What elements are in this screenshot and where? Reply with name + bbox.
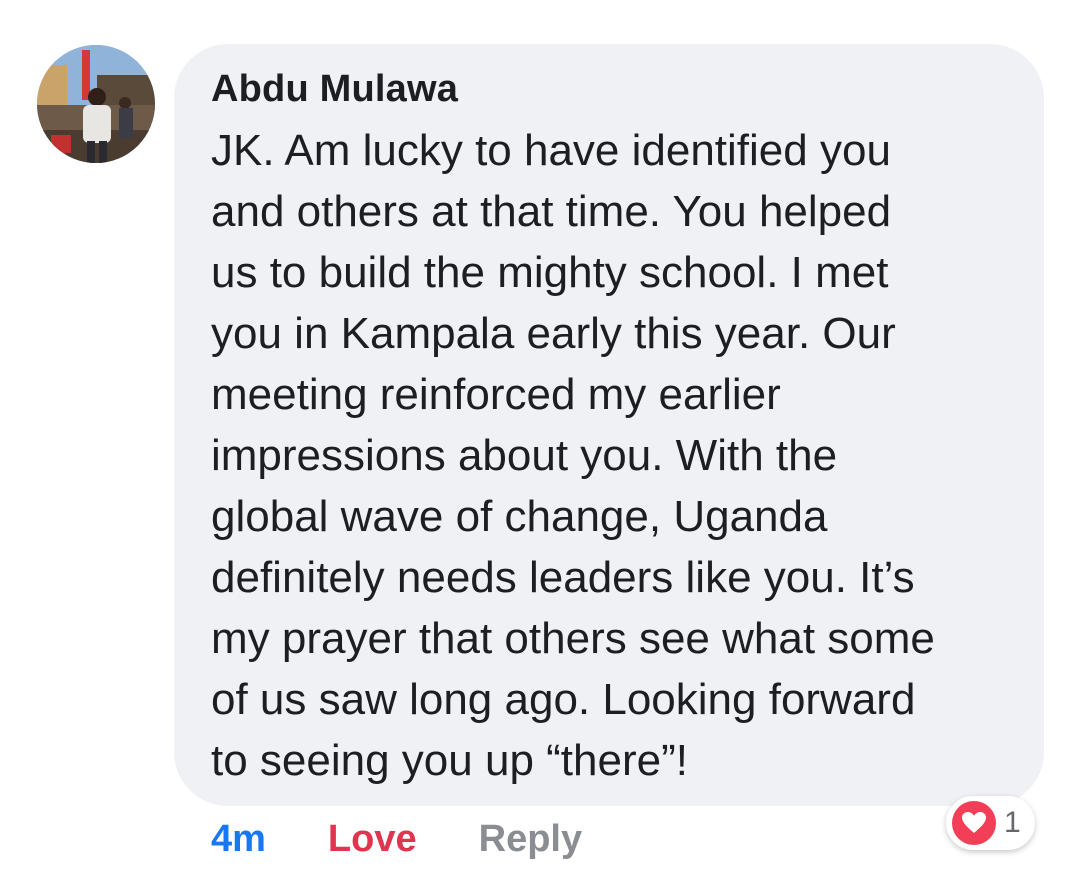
love-button[interactable]: Love [328, 818, 417, 861]
comment-text: JK. Am lucky to have identified you and … [211, 126, 935, 785]
author-name[interactable]: Abdu Mulawa [211, 68, 458, 111]
avatar-photo-icon [37, 45, 155, 163]
comment-view: Abdu Mulawa JK. Am lucky to have identif… [0, 0, 1080, 883]
reaction-count: 1 [1004, 806, 1021, 839]
reply-button[interactable]: Reply [479, 818, 582, 861]
heart-icon [952, 801, 996, 845]
avatar[interactable] [37, 45, 155, 163]
timestamp-link[interactable]: 4m [211, 818, 266, 861]
reaction-badge[interactable]: 1 [946, 796, 1035, 850]
comment-actions: 4m Love Reply [211, 814, 582, 864]
